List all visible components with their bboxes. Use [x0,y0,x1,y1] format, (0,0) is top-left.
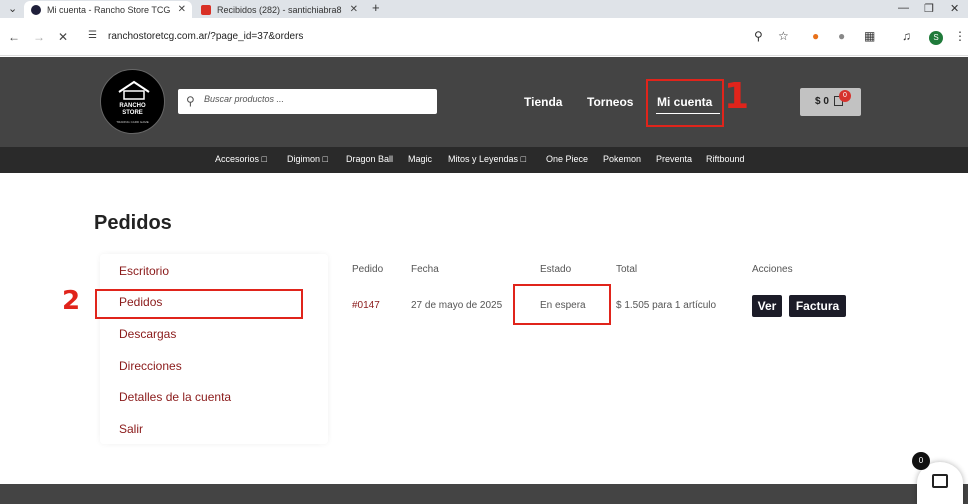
logo-text: TRADING CARD GAME [116,120,149,124]
restore-icon[interactable]: ❐ [924,2,934,15]
rancho-store-logo[interactable]: RANCHO STORE TRADING CARD GAME [100,69,165,134]
annotation-marker-1: 1 [724,76,750,117]
browser-tab-mi-cuenta[interactable]: Mi cuenta - Rancho Store TCG ✕ [24,1,192,18]
annotation-box-mi-cuenta [646,79,724,127]
column-header-pedido: Pedido [352,264,384,275]
category-digimon[interactable]: Digimon □ [287,154,328,164]
tab-title: Mi cuenta - Rancho Store TCG [47,4,171,15]
category-accesorios[interactable]: Accesorios □ [215,154,267,164]
extension-icon[interactable]: ● [812,29,819,43]
view-order-button[interactable]: Ver [752,295,782,317]
invoice-button[interactable]: Factura [789,295,846,317]
browser-menu-icon[interactable]: ⋮ [954,29,966,43]
logo-text: STORE [122,110,143,116]
category-one-piece[interactable]: One Piece [546,154,588,164]
account-nav-escritorio[interactable]: Escritorio [119,264,169,278]
nav-torneos[interactable]: Torneos [587,95,633,109]
house-logo-icon [118,80,150,100]
category-pokemon[interactable]: Pokemon [603,154,641,164]
annotation-box-estado [513,284,611,325]
order-total: $ 1.505 para 1 artículo [616,300,717,311]
search-input[interactable] [204,94,424,104]
annotation-marker-2: 2 [62,286,81,316]
stop-loading-icon[interactable]: ✕ [58,30,68,44]
url-field[interactable]: ranchostoretcg.com.ar/?page_id=37&orders [108,31,303,42]
category-mitos-y-leyendas[interactable]: Mitos y Leyendas □ [448,154,526,164]
column-header-estado: Estado [540,264,572,275]
nav-tienda[interactable]: Tienda [524,95,562,109]
page-title: Pedidos [94,212,172,234]
back-icon[interactable]: ← [8,30,20,44]
account-nav-descargas[interactable]: Descargas [119,327,176,341]
tab-title: Recibidos (282) - santichiabra8 [217,4,342,15]
floating-cart-button[interactable]: 0 [912,452,963,504]
category-nav: Accesorios □ Digimon □ Dragon Ball Magic… [0,147,968,173]
shopping-bag-icon [932,474,948,488]
cart-button[interactable]: $ 0 0 [800,88,861,116]
extensions-puzzle-icon[interactable]: ▦ [864,29,875,43]
site-favicon-icon [31,4,41,15]
media-control-icon[interactable]: ♫ [902,29,911,43]
site-footer [0,484,968,504]
category-dragon-ball[interactable]: Dragon Ball [346,154,393,164]
site-header: RANCHO STORE TRADING CARD GAME ⚲ Tienda … [0,57,968,147]
close-tab-icon[interactable]: ✕ [178,4,186,15]
logo-text: RANCHO [119,103,146,109]
tab-search-icon[interactable]: ⌄ [8,2,17,15]
cart-count-badge: 0 [839,90,851,102]
account-navigation: Escritorio Pedidos Descargas Direcciones… [100,254,328,444]
browser-tab-gmail[interactable]: Recibidos (282) - santichiabra8 ✕ [194,1,364,18]
category-preventa[interactable]: Preventa [656,154,692,164]
annotation-box-pedidos [95,289,303,319]
account-nav-salir[interactable]: Salir [119,422,143,436]
column-header-total: Total [616,264,638,275]
dropdown-icon: □ [520,154,526,164]
browser-tab-bar: ⌄ Mi cuenta - Rancho Store TCG ✕ Recibid… [0,0,968,18]
category-riftbound[interactable]: Riftbound [706,154,745,164]
account-nav-detalles[interactable]: Detalles de la cuenta [119,390,231,404]
forward-icon[interactable]: → [33,30,45,44]
site-info-icon[interactable]: ☰ [88,30,97,41]
gmail-icon [201,4,211,15]
floating-cart-count: 0 [912,452,930,470]
close-tab-icon[interactable]: ✕ [350,4,358,15]
new-tab-icon[interactable]: + [372,0,380,15]
order-number-link[interactable]: #0147 [352,300,380,311]
bookmark-star-icon[interactable]: ☆ [778,29,789,43]
column-header-fecha: Fecha [411,264,439,275]
cart-amount: $ 0 [815,96,829,107]
profile-avatar[interactable]: S [929,31,943,45]
extension-icon[interactable]: ● [838,29,845,43]
window-close-icon[interactable]: ✕ [950,2,959,15]
product-search: ⚲ [178,89,437,114]
address-bar-row: ← → ✕ ☰ ranchostoretcg.com.ar/?page_id=3… [0,18,968,56]
dropdown-icon: □ [261,154,267,164]
minimize-icon[interactable]: — [898,2,909,14]
account-nav-direcciones[interactable]: Direcciones [119,359,182,373]
dropdown-icon: □ [322,154,328,164]
search-icon: ⚲ [186,94,195,108]
order-date: 27 de mayo de 2025 [411,300,503,311]
column-header-acciones: Acciones [752,264,793,275]
category-magic[interactable]: Magic [408,154,432,164]
zoom-icon[interactable]: ⚲ [754,29,763,43]
